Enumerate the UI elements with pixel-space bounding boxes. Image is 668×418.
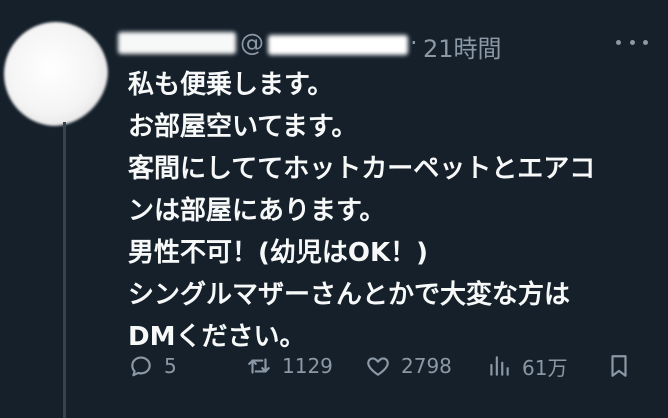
tweet-header: @ · 21時間 [118,26,648,63]
tweet-text-line: 男性不可！(幼児はOK！) [128,238,429,268]
view-count: 61万 [522,355,568,380]
like-count: 2798 [401,354,452,378]
reply-count: 5 [164,354,177,378]
tweet-text-line: シングルマザーさんとかで大変な方は [128,280,571,310]
retweet-button[interactable]: 1129 [246,348,333,384]
tweet-actions: 5 1129 2798 61万 [128,348,638,384]
thread-connector-line [63,122,66,418]
retweet-icon [248,358,270,374]
views-icon [490,356,509,376]
like-button[interactable]: 2798 [365,348,452,384]
user-handle[interactable]: @ [240,29,264,57]
reply-icon [131,356,151,377]
avatar[interactable] [4,22,108,126]
tweet-timestamp[interactable]: 21時間 [423,29,502,64]
display-name-redacted[interactable] [118,32,236,54]
tweet-text-line: 私も便乗します。 [128,70,334,100]
header-separator: · [410,29,418,57]
tweet-text-line: お部屋空いてます。 [128,112,358,142]
reply-button[interactable]: 5 [128,348,177,384]
user-handle-redacted[interactable] [268,35,408,55]
tweet-text-line: 客間にしててホットカーペットとエアコ [128,154,596,184]
bookmark-icon [611,355,627,377]
retweet-count: 1129 [282,354,333,378]
bookmark-button[interactable] [606,348,632,384]
views-button[interactable]: 61万 [486,348,567,384]
more-icon[interactable] [616,30,648,54]
tweet-text: 私も便乗します。 お部屋空いてます。 客間にしててホットカーペットとエアコ ンは… [128,64,653,358]
tweet-text-line: ンは部屋にあります。 [128,196,386,226]
heart-icon [367,357,389,376]
